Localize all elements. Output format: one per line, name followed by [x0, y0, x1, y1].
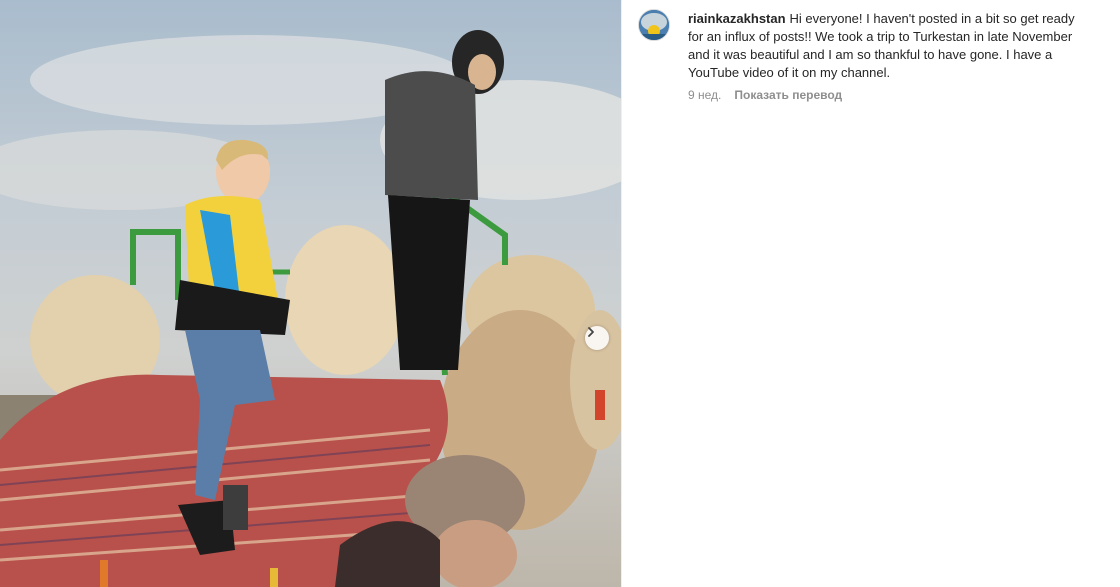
post-photo[interactable] [0, 0, 621, 587]
avatar-icon [639, 10, 669, 40]
caption-meta: 9 нед. Показать перевод [688, 88, 842, 102]
avatar[interactable] [638, 9, 670, 41]
chevron-right-icon [588, 327, 594, 337]
panel-divider [621, 0, 622, 587]
post-time[interactable]: 9 нед. [688, 88, 721, 102]
username-link[interactable]: riainkazakhstan [688, 11, 786, 26]
photo-illustration [0, 30, 621, 587]
show-translation-button[interactable]: Показать перевод [734, 88, 842, 102]
next-photo-button[interactable] [585, 326, 609, 350]
caption: riainkazakhstan Hi everyone! I haven't po… [688, 10, 1088, 82]
